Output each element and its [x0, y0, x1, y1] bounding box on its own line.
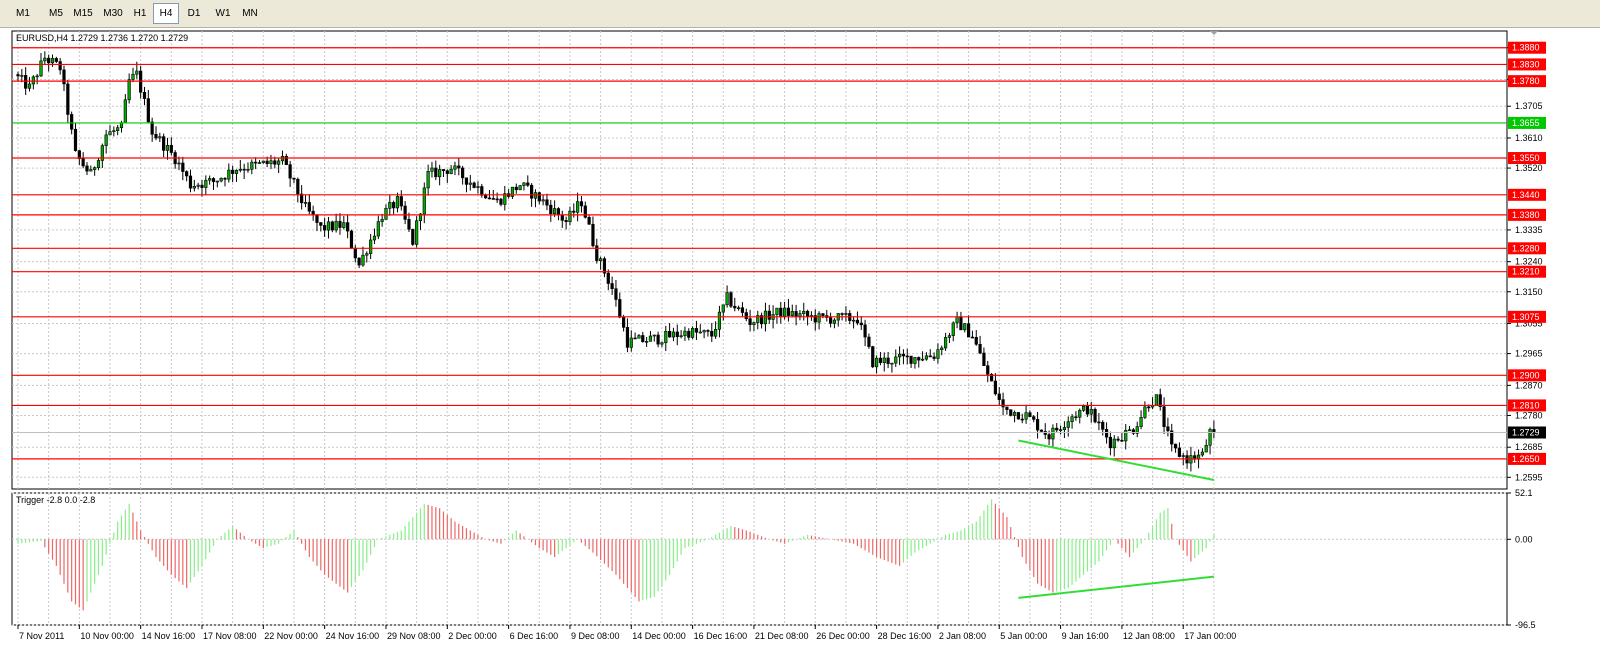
price-axis-label: 1.3705 — [1515, 101, 1543, 111]
time-axis-label: 16 Dec 16:00 — [694, 631, 748, 641]
time-axis-label: 28 Dec 16:00 — [878, 631, 932, 641]
level-price-label: 1.3210 — [1512, 267, 1540, 277]
level-price-label: 1.3280 — [1512, 243, 1540, 253]
chart-title: EURUSD,H4 1.2729 1.2736 1.2720 1.2729 — [16, 33, 188, 43]
time-axis-label: 5 Jan 00:00 — [1000, 631, 1047, 641]
level-price-label: 1.3880 — [1512, 43, 1540, 53]
candle — [691, 326, 695, 340]
oscillator-axis-label: 52.1 — [1515, 488, 1533, 498]
level-price-label: 1.3440 — [1512, 190, 1540, 200]
main-chart-panel[interactable] — [11, 30, 1508, 490]
timeframe-toolbar: M1 M5 M15 M30 H1 H4 D1 W1 MN — [0, 0, 1600, 28]
level-price-label: 1.3550 — [1512, 153, 1540, 163]
level-price-label: 1.3075 — [1512, 312, 1540, 322]
price-axis-label: 1.3520 — [1515, 163, 1543, 173]
time-axis-label: 21 Dec 08:00 — [755, 631, 809, 641]
timeframe-button-m15[interactable]: M15 — [70, 3, 96, 24]
oscillator-axis-label: 0.00 — [1515, 534, 1533, 544]
candle — [1093, 407, 1097, 424]
level-price-label: 1.3830 — [1512, 59, 1540, 69]
time-axis-label: 22 Nov 00:00 — [264, 631, 318, 641]
price-axis-label: 1.2595 — [1515, 472, 1543, 482]
oscillator-panel[interactable] — [11, 492, 1508, 626]
timeframe-button-m5[interactable]: M5 — [43, 3, 69, 24]
timeframe-button-w1[interactable]: W1 — [210, 3, 236, 24]
price-axis-label: 1.2685 — [1515, 442, 1543, 452]
level-price-label: 1.3655 — [1512, 118, 1540, 128]
timeframe-button-d1[interactable]: D1 — [181, 3, 207, 24]
candle — [729, 291, 733, 309]
time-axis-label: 17 Jan 00:00 — [1184, 631, 1236, 641]
timeframe-button-m30[interactable]: M30 — [100, 3, 126, 24]
time-axis-label: 14 Nov 16:00 — [142, 631, 196, 641]
level-price-label: 1.2810 — [1512, 400, 1540, 410]
time-axis-label: 26 Dec 00:00 — [816, 631, 870, 641]
time-axis-label: 9 Dec 08:00 — [571, 631, 620, 641]
time-axis-label: 2 Dec 00:00 — [448, 631, 497, 641]
candle — [1154, 394, 1159, 406]
candle — [415, 216, 419, 248]
price-axis-label: 1.3610 — [1515, 133, 1543, 143]
time-axis-label: 9 Jan 16:00 — [1062, 631, 1109, 641]
time-axis-label: 14 Dec 00:00 — [632, 631, 686, 641]
candle — [989, 373, 994, 382]
price-axis-label: 1.2965 — [1515, 349, 1543, 359]
time-axis-label: 17 Nov 08:00 — [203, 631, 257, 641]
level-price-label: 1.2900 — [1512, 370, 1540, 380]
candle — [518, 184, 522, 191]
time-axis-label: 24 Nov 16:00 — [326, 631, 380, 641]
level-price-label: 1.2650 — [1512, 454, 1540, 464]
timeframe-button-m1[interactable]: M1 — [10, 3, 36, 24]
time-axis-label: 10 Nov 00:00 — [80, 631, 134, 641]
current-price-label: 1.2729 — [1512, 428, 1540, 438]
chart-canvas[interactable]: 1.38801.37851.37051.36101.35201.33351.32… — [10, 28, 1600, 657]
time-axis-label: 6 Dec 16:00 — [510, 631, 559, 641]
oscillator-title: Trigger -2.8 0.0 -2.8 — [16, 495, 95, 505]
time-axis-label: 7 Nov 2011 — [19, 631, 64, 641]
timeframe-button-h4[interactable]: H4 — [153, 3, 179, 24]
price-axis-label: 1.3335 — [1515, 225, 1543, 235]
chart-window[interactable]: 1.38801.37851.37051.36101.35201.33351.32… — [10, 28, 1600, 657]
candle — [1016, 412, 1021, 420]
time-axis-label: 2 Jan 08:00 — [939, 631, 986, 641]
time-axis-label: 29 Nov 08:00 — [387, 631, 441, 641]
level-price-label: 1.3780 — [1512, 76, 1540, 86]
timeframe-button-mn[interactable]: MN — [237, 3, 263, 24]
level-price-label: 1.3380 — [1512, 210, 1540, 220]
price-axis-label: 1.3240 — [1515, 257, 1543, 267]
timeframe-button-h1[interactable]: H1 — [127, 3, 153, 24]
candle — [349, 229, 354, 249]
time-axis-label: 12 Jan 08:00 — [1123, 631, 1175, 641]
price-axis-label: 1.2780 — [1515, 410, 1543, 420]
price-axis-label: 1.3150 — [1515, 287, 1543, 297]
candle — [871, 345, 875, 369]
candle — [1009, 409, 1013, 417]
oscillator-axis-label: -96.5 — [1515, 620, 1536, 630]
price-axis-label: 1.2870 — [1515, 380, 1543, 390]
candle — [411, 228, 415, 246]
